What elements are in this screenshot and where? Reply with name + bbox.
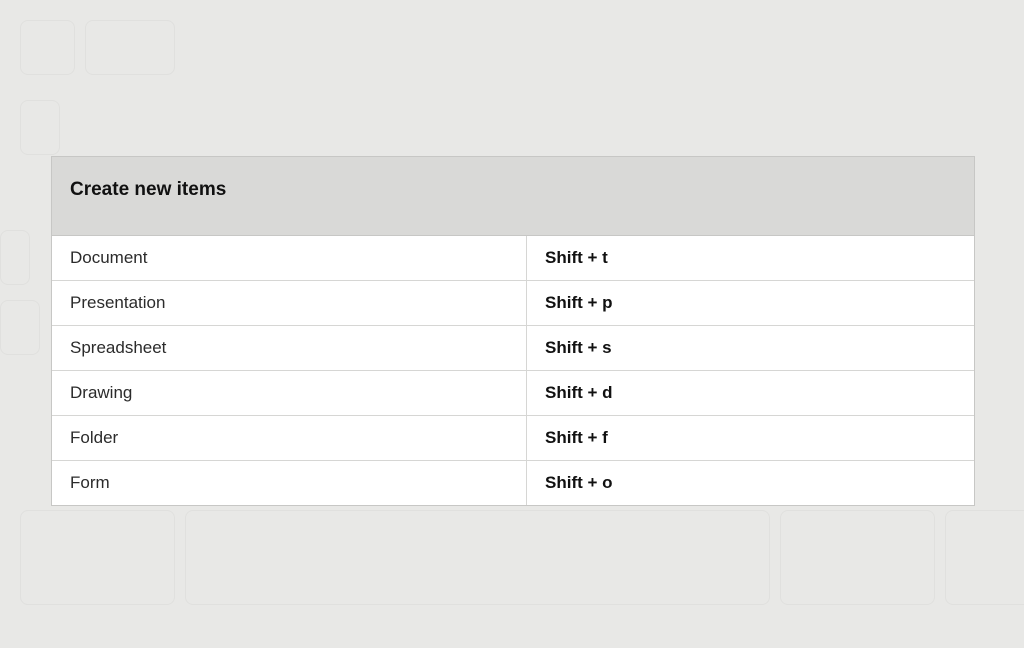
shortcut-keys: Shift + o [527, 461, 974, 505]
table-row: Presentation Shift + p [52, 281, 974, 326]
action-name: Drawing [52, 371, 527, 415]
table-row: Spreadsheet Shift + s [52, 326, 974, 371]
table-row: Form Shift + o [52, 461, 974, 505]
table-row: Folder Shift + f [52, 416, 974, 461]
action-name: Spreadsheet [52, 326, 527, 370]
action-name: Folder [52, 416, 527, 460]
shortcut-keys: Shift + d [527, 371, 974, 415]
action-name: Document [52, 236, 527, 280]
shortcuts-table: Create new items Document Shift + t Pres… [51, 156, 975, 506]
table-row: Drawing Shift + d [52, 371, 974, 416]
table-header: Create new items [52, 157, 974, 236]
action-name: Presentation [52, 281, 527, 325]
shortcut-keys: Shift + p [527, 281, 974, 325]
shortcut-keys: Shift + t [527, 236, 974, 280]
shortcut-keys: Shift + f [527, 416, 974, 460]
action-name: Form [52, 461, 527, 505]
shortcut-keys: Shift + s [527, 326, 974, 370]
table-row: Document Shift + t [52, 236, 974, 281]
